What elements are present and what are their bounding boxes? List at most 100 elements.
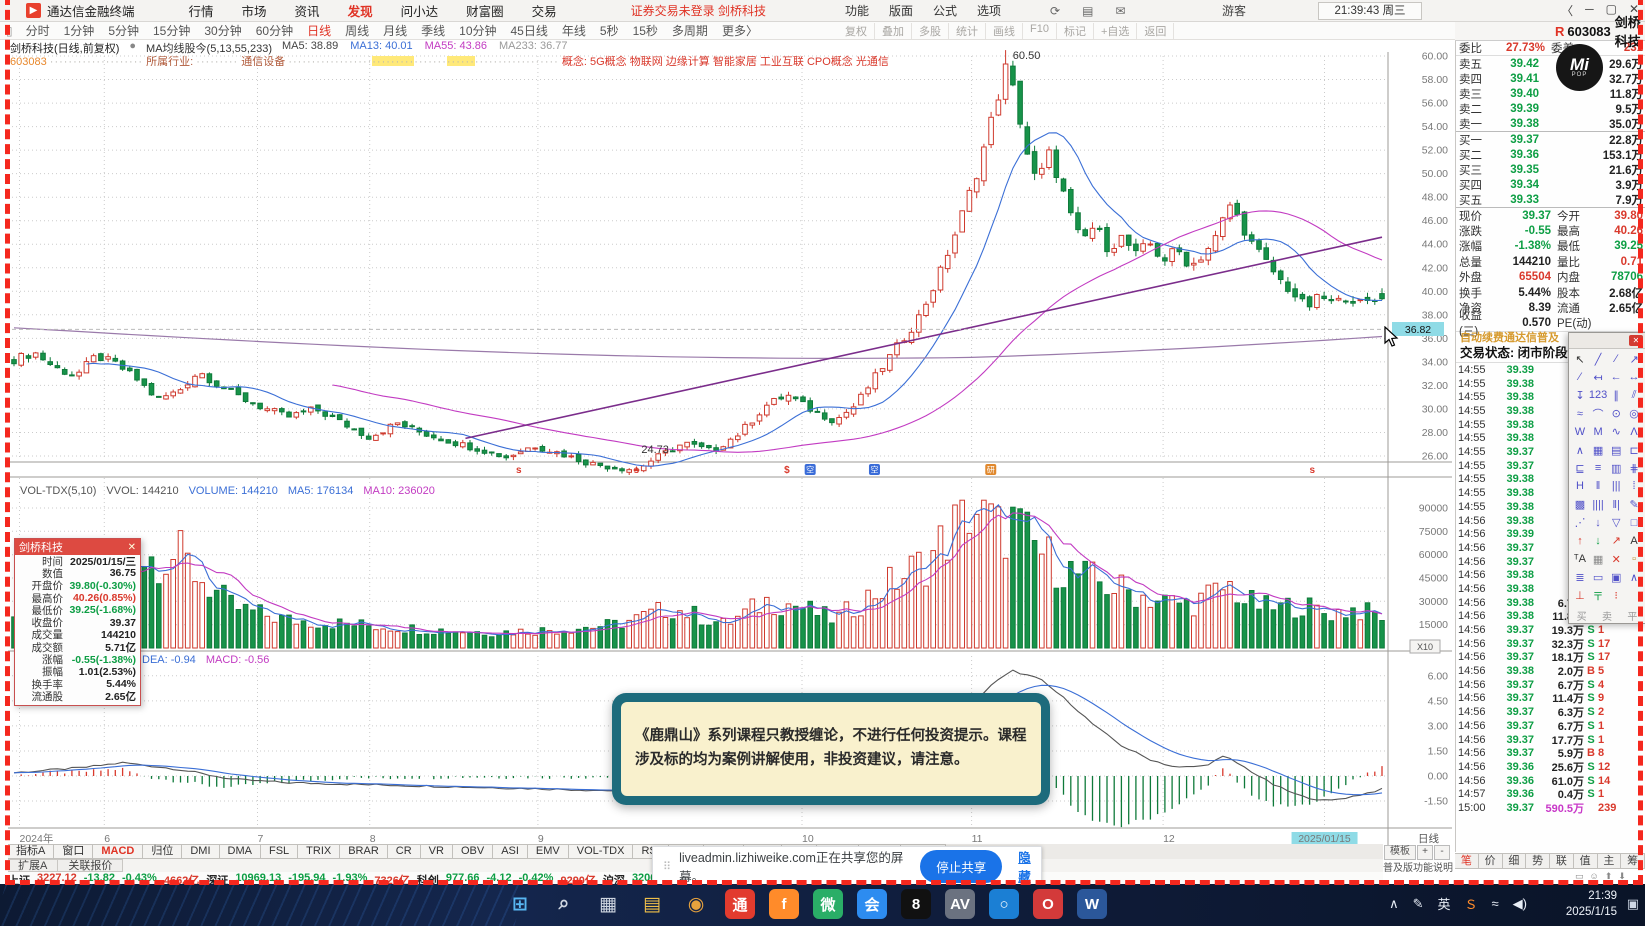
period-45日线[interactable]: 45日线 bbox=[511, 22, 548, 39]
drawing-tool-icon[interactable]: ⁝ bbox=[1607, 586, 1625, 604]
tray-icon[interactable]: Ｓ bbox=[1465, 894, 1478, 913]
drawing-tool-icon[interactable]: ⌒ bbox=[1589, 405, 1607, 423]
menu-功能[interactable]: 功能 bbox=[845, 2, 869, 19]
drawing-tool-icon[interactable]: ⁄ bbox=[1571, 368, 1589, 386]
indicator-tab-指标A[interactable]: 指标A bbox=[8, 844, 55, 859]
drawing-tools-palette[interactable]: ✕ ↖ ╱ ∕ ↗ ⁄ ↤ ← ↔ ↧ 123 ∥ ⫽ ≈ ⌒ ⊙ ◎ W M ∿ Λ ∧ ▦ ▤ ⊏ ⊑ ≡ ▥ ⋕ Η ‖ ||| ⁞ ▩ |… bbox=[1568, 332, 1645, 624]
drawing-tool-icon[interactable]: 〒 bbox=[1589, 586, 1607, 604]
drag-handle-icon[interactable]: ⠿ bbox=[663, 860, 671, 873]
drawing-tool-icon[interactable]: ‖ bbox=[1589, 477, 1607, 495]
panel-tab-笔[interactable]: 笔 bbox=[1455, 853, 1479, 869]
drawing-tool-icon[interactable]: ⊏ bbox=[1625, 441, 1643, 459]
taskbar-icon-opera[interactable]: O bbox=[1033, 889, 1063, 919]
drawing-tool-icon[interactable]: ↓ bbox=[1589, 514, 1607, 532]
drawing-tool-icon[interactable]: Η bbox=[1571, 477, 1589, 495]
period-年线[interactable]: 年线 bbox=[562, 22, 586, 39]
drawing-tool-icon[interactable]: ↤ bbox=[1589, 368, 1607, 386]
drawing-tool-icon[interactable]: ⊑ bbox=[1571, 459, 1589, 477]
concept-list[interactable]: 5G概念 物联网 边缘计算 智能家居 工业互联 CPO概念 光通信 bbox=[590, 56, 889, 66]
period-日线[interactable]: 日线 bbox=[307, 22, 331, 39]
menu-问小达[interactable]: 问小达 bbox=[401, 1, 439, 20]
palette-footer-卖[interactable]: 卖 bbox=[1602, 608, 1612, 623]
drawing-tool-icon[interactable]: ∧ bbox=[1625, 568, 1643, 586]
drawing-tool-icon[interactable]: □ bbox=[1625, 514, 1643, 532]
close-icon[interactable]: ✕ bbox=[1629, 335, 1643, 346]
sub-tab-关联报价[interactable]: 关联报价 bbox=[58, 859, 124, 872]
toolbar-button-返回[interactable]: 返回 bbox=[1137, 22, 1175, 39]
taskbar-icon-start[interactable]: ⊞ bbox=[505, 889, 535, 919]
toolbar-button-复权[interactable]: 复权 bbox=[838, 22, 875, 39]
period-1分钟[interactable]: 1分钟 bbox=[64, 22, 95, 39]
indicator-tab-VR[interactable]: VR bbox=[420, 844, 453, 859]
toolbar-button-标记[interactable]: 标记 bbox=[1057, 22, 1094, 39]
drawing-tool-icon[interactable]: ↗ bbox=[1607, 532, 1625, 550]
drawing-tool-icon[interactable]: ↑ bbox=[1571, 532, 1589, 550]
panel-tab-价[interactable]: 价 bbox=[1478, 853, 1503, 869]
period-周线[interactable]: 周线 bbox=[345, 22, 369, 39]
zoom-in-button[interactable]: + bbox=[1417, 845, 1433, 860]
tray-icon[interactable]: ◀) bbox=[1513, 896, 1527, 912]
menu-发现[interactable]: 发现 bbox=[348, 1, 373, 20]
drawing-tool-icon[interactable]: W bbox=[1571, 423, 1589, 441]
indicator-tab-EMV[interactable]: EMV bbox=[527, 844, 569, 859]
toolbar-icon[interactable]: ✉ bbox=[1115, 4, 1125, 18]
panel-mini-icon[interactable]: ⬇ bbox=[1618, 871, 1626, 882]
taskbar-icon-word[interactable]: W bbox=[1077, 889, 1107, 919]
drawing-tool-icon[interactable]: ᵀA bbox=[1571, 550, 1589, 568]
drawing-tool-icon[interactable]: ▫ bbox=[1625, 550, 1643, 568]
drawing-tool-icon[interactable]: ↖ bbox=[1571, 350, 1589, 368]
taskbar-icon-av-app[interactable]: AV bbox=[945, 889, 975, 919]
sub-tab-扩展A[interactable]: 扩展A bbox=[8, 859, 59, 872]
taskbar-icon-media-ball[interactable]: 8 bbox=[901, 889, 931, 919]
toolbar-button-叠加[interactable]: 叠加 bbox=[875, 22, 912, 39]
drawing-tool-icon[interactable]: M bbox=[1589, 423, 1607, 441]
industry-value[interactable]: 通信设备 bbox=[241, 56, 285, 66]
drawing-tool-icon[interactable]: ∥ bbox=[1607, 386, 1625, 404]
panel-mini-icon[interactable]: ▭ bbox=[1575, 871, 1584, 882]
drawing-tool-icon[interactable]: ⋰ bbox=[1571, 514, 1589, 532]
drawing-tool-icon[interactable]: ≣ bbox=[1571, 568, 1589, 586]
chart-mode-icon[interactable]: ▯ bbox=[6, 24, 13, 38]
drawing-tool-icon[interactable]: A bbox=[1625, 532, 1643, 550]
zoom-out-button[interactable]: - bbox=[1434, 845, 1450, 860]
indicator-tab-归位[interactable]: 归位 bbox=[143, 844, 183, 859]
drawing-tool-icon[interactable]: ⊥ bbox=[1571, 586, 1589, 604]
toolbar-button-+自选[interactable]: +自选 bbox=[1094, 22, 1138, 39]
indicator-name[interactable]: MA均线股今(5,13,55,233) bbox=[146, 40, 272, 55]
taskbar-icon-explorer[interactable]: ▤ bbox=[637, 889, 667, 919]
panel-tab-细[interactable]: 细 bbox=[1502, 853, 1527, 869]
indicator-tab-CR[interactable]: CR bbox=[387, 844, 421, 859]
close-icon[interactable]: ✕ bbox=[128, 542, 136, 553]
menu-版面[interactable]: 版面 bbox=[889, 2, 913, 19]
panel-tab-筹[interactable]: 筹 bbox=[1621, 853, 1645, 869]
panel-tab-势[interactable]: 势 bbox=[1526, 853, 1550, 869]
drawing-tool-icon[interactable]: ||| bbox=[1607, 477, 1625, 495]
toolbar-button-多股[interactable]: 多股 bbox=[912, 22, 949, 39]
toolbar-button-F10[interactable]: F10 bbox=[1023, 22, 1057, 39]
menu-公式[interactable]: 公式 bbox=[933, 2, 957, 19]
panel-mini-icon[interactable]: ☺ bbox=[1590, 871, 1599, 882]
popup-titlebar[interactable]: 剑桥科技 ✕ bbox=[15, 539, 140, 555]
drawing-tool-icon[interactable]: ▣ bbox=[1607, 568, 1625, 586]
drawing-tool-icon[interactable]: ▦ bbox=[1589, 441, 1607, 459]
drawing-tool-icon[interactable]: ← bbox=[1607, 368, 1625, 386]
hide-link[interactable]: 隐藏 bbox=[1018, 847, 1041, 885]
taskbar-icon-wechat[interactable]: 微 bbox=[813, 889, 843, 919]
drawing-tool-icon[interactable]: ∧ bbox=[1571, 441, 1589, 459]
period-分时[interactable]: 分时 bbox=[26, 22, 50, 39]
drawing-tool-icon[interactable]: ⊙ bbox=[1607, 405, 1625, 423]
indicator-tab-FSL[interactable]: FSL bbox=[260, 844, 299, 859]
drawing-tool-icon[interactable]: Λ bbox=[1625, 423, 1643, 441]
drawing-tool-icon[interactable]: ↓ bbox=[1589, 532, 1607, 550]
drawing-tool-icon[interactable]: ▩ bbox=[1571, 496, 1589, 514]
palette-footer-买[interactable]: 买 bbox=[1577, 608, 1587, 623]
indicator-tab-BRAR[interactable]: BRAR bbox=[340, 844, 388, 859]
indicator-tab-DMA[interactable]: DMA bbox=[219, 844, 261, 859]
drawing-tool-icon[interactable]: ≡ bbox=[1589, 459, 1607, 477]
guest-label[interactable]: 游客 bbox=[1222, 2, 1246, 19]
drawing-tool-icon[interactable]: ∕ bbox=[1607, 350, 1625, 368]
panel-mini-icon[interactable]: ⬆ bbox=[1605, 871, 1613, 882]
taskbar-icon-browser[interactable]: ○ bbox=[989, 889, 1019, 919]
drawing-tool-icon[interactable]: ≈ bbox=[1571, 405, 1589, 423]
drawing-tool-icon[interactable]: ⫽ bbox=[1625, 386, 1643, 404]
